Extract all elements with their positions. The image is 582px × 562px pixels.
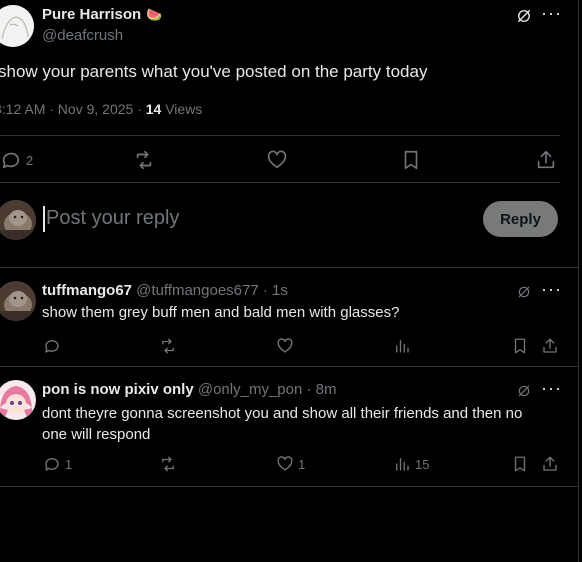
- views-count: 15: [415, 456, 430, 472]
- reply-author-handle[interactable]: @tuffmangoes677: [136, 282, 259, 299]
- reply-text: dont theyre gonna screenshot you and sho…: [42, 405, 523, 443]
- reply-header: pon is now pixiv only @only_my_pon · 8m: [42, 381, 336, 398]
- reply-count: 1: [65, 456, 73, 472]
- views-count: 14: [145, 101, 162, 117]
- views-action[interactable]: 15: [393, 455, 429, 473]
- post-meta: 3:12 AM · Nov 9, 2025 · 14 Views: [0, 101, 202, 117]
- like-count: 1: [298, 456, 306, 472]
- reply-author-name[interactable]: tuffmango67: [42, 282, 132, 299]
- grok-icon[interactable]: [516, 284, 532, 300]
- reply-action[interactable]: 1: [43, 455, 72, 473]
- more-options-icon[interactable]: ···: [541, 3, 562, 24]
- bookmark-icon[interactable]: [511, 337, 529, 355]
- like-icon[interactable]: [276, 337, 294, 355]
- author-name-row[interactable]: Pure Harrison 🍉: [42, 6, 162, 23]
- reply-avatar[interactable]: [0, 281, 36, 321]
- reply-time[interactable]: · 8m: [306, 381, 336, 398]
- divider: [0, 486, 578, 487]
- repost-icon[interactable]: [159, 455, 177, 473]
- reply-icon[interactable]: [43, 337, 61, 355]
- post-timestamp[interactable]: 3:12 AM · Nov 9, 2025 ·: [0, 101, 146, 117]
- reply-input[interactable]: Post your reply: [46, 207, 179, 230]
- repost-icon[interactable]: [159, 337, 177, 355]
- views-icon[interactable]: [393, 337, 411, 355]
- more-options-icon[interactable]: ···: [541, 279, 562, 300]
- reply-text: show them grey buff men and bald men wit…: [42, 304, 400, 321]
- views-label: Views: [161, 101, 203, 117]
- divider: [0, 135, 560, 136]
- grok-icon[interactable]: [515, 7, 533, 25]
- like-icon[interactable]: [266, 149, 288, 171]
- share-icon[interactable]: [535, 149, 557, 171]
- repost-icon[interactable]: [133, 149, 155, 171]
- column-border: [578, 0, 579, 562]
- reply-time[interactable]: · 1s: [263, 282, 288, 299]
- divider: [0, 366, 578, 367]
- like-action[interactable]: 1: [276, 455, 305, 473]
- reply-author-handle[interactable]: @only_my_pon: [198, 381, 302, 398]
- share-icon[interactable]: [541, 455, 559, 473]
- share-icon[interactable]: [541, 337, 559, 355]
- author-emoji: 🍉: [146, 6, 163, 22]
- author-handle[interactable]: @deafcrush: [42, 27, 123, 44]
- author-avatar[interactable]: [0, 5, 34, 47]
- reply-count: 2: [26, 152, 34, 168]
- text-cursor: [43, 206, 45, 232]
- reply-header: tuffmango67 @tuffmangoes677 · 1s: [42, 282, 288, 299]
- grok-icon[interactable]: [516, 383, 532, 399]
- reply-icon: [0, 149, 22, 171]
- reply-author-name[interactable]: pon is now pixiv only: [42, 381, 194, 398]
- reply-action[interactable]: 2: [0, 149, 33, 171]
- reply-button[interactable]: Reply: [483, 201, 558, 237]
- more-options-icon[interactable]: ···: [541, 378, 562, 399]
- bookmark-icon[interactable]: [511, 455, 529, 473]
- user-avatar[interactable]: [0, 200, 36, 240]
- bookmark-icon[interactable]: [400, 149, 422, 171]
- reply-icon: [43, 455, 61, 473]
- post-text: show your parents what you've posted on …: [0, 62, 428, 81]
- like-icon: [276, 455, 294, 473]
- author-name[interactable]: Pure Harrison: [42, 6, 141, 23]
- divider: [0, 182, 560, 183]
- views-icon: [393, 455, 411, 473]
- reply-avatar[interactable]: [0, 380, 36, 420]
- divider: [0, 267, 578, 268]
